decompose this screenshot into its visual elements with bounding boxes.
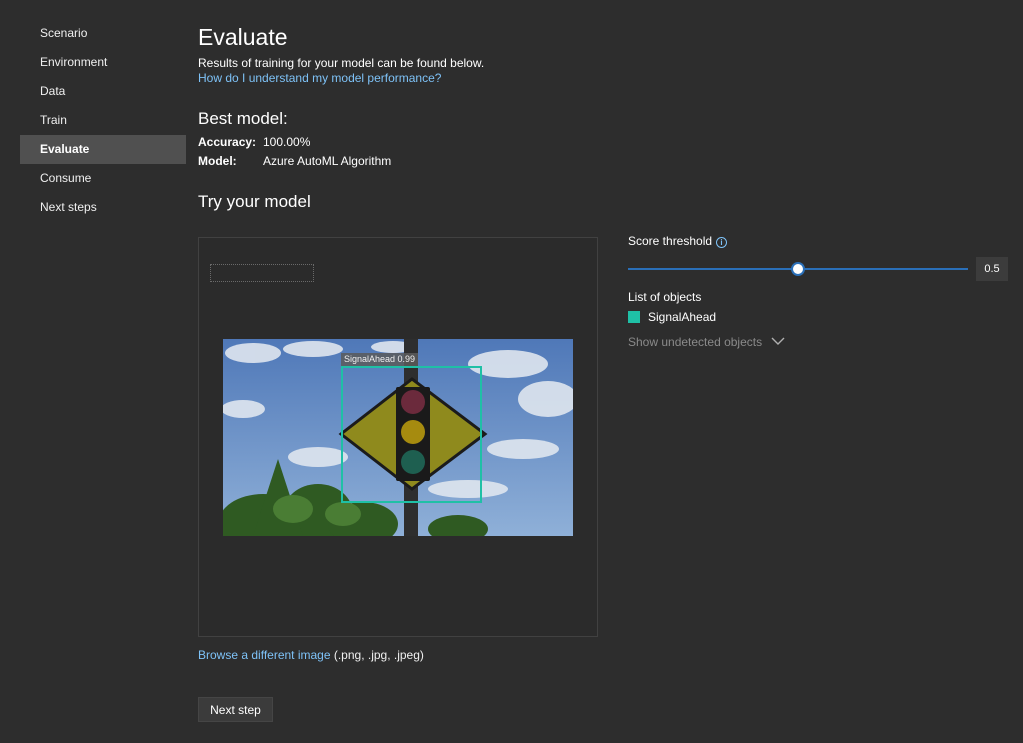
chevron-down-icon	[771, 337, 785, 345]
browse-image-link[interactable]: Browse a different image	[198, 648, 331, 662]
sidebar-item-consume[interactable]: Consume	[20, 164, 186, 193]
accuracy-label: Accuracy:	[198, 135, 257, 149]
score-threshold-slider-thumb[interactable]	[791, 262, 805, 276]
accuracy-row: Accuracy: 100.00%	[198, 135, 310, 149]
sidebar-item-environment[interactable]: Environment	[20, 48, 186, 77]
info-icon[interactable]: i	[716, 237, 728, 248]
sidebar-item-scenario[interactable]: Scenario	[20, 19, 186, 48]
detection-label: SignalAhead 0.99	[341, 353, 419, 366]
score-threshold-value[interactable]: 0.5	[976, 257, 1008, 281]
model-value: Azure AutoML Algorithm	[263, 154, 392, 168]
model-row: Model: Azure AutoML Algorithm	[198, 154, 391, 168]
score-threshold-label: Score threshold	[628, 234, 713, 248]
test-image: SignalAhead 0.99	[223, 339, 573, 536]
sidebar-item-next-steps[interactable]: Next steps	[20, 193, 186, 222]
next-step-button[interactable]: Next step	[198, 697, 273, 722]
page-title: Evaluate	[198, 24, 288, 50]
object-item: SignalAhead	[628, 310, 716, 324]
best-model-heading: Best model:	[198, 109, 288, 128]
model-label: Model:	[198, 154, 237, 168]
help-link[interactable]: How do I understand my model performance…	[198, 71, 441, 85]
object-color-swatch	[628, 311, 640, 323]
show-undetected-toggle[interactable]: Show undetected objects	[628, 335, 785, 349]
show-undetected-label: Show undetected objects	[628, 335, 763, 349]
app-window: Scenario Environment Data Train Evaluate…	[0, 0, 1023, 743]
score-threshold-row: Score threshold i	[628, 234, 728, 248]
sidebar-item-train[interactable]: Train	[20, 106, 186, 135]
detection-bounding-box	[341, 366, 482, 503]
page-subtitle: Results of training for your model can b…	[198, 56, 485, 70]
focus-placeholder-box	[210, 264, 314, 282]
objects-list-label: List of objects	[628, 290, 702, 304]
sidebar-nav: Scenario Environment Data Train Evaluate…	[20, 19, 186, 222]
browse-formats: (.png, .jpg, .jpeg)	[330, 648, 424, 662]
sidebar-item-evaluate[interactable]: Evaluate	[20, 135, 186, 164]
sidebar-item-data[interactable]: Data	[20, 77, 186, 106]
browse-row: Browse a different image (.png, .jpg, .j…	[198, 648, 424, 662]
image-preview-panel: SignalAhead 0.99	[198, 237, 598, 637]
try-model-heading: Try your model	[198, 192, 311, 211]
accuracy-value: 100.00%	[263, 135, 311, 149]
object-name: SignalAhead	[648, 310, 717, 324]
